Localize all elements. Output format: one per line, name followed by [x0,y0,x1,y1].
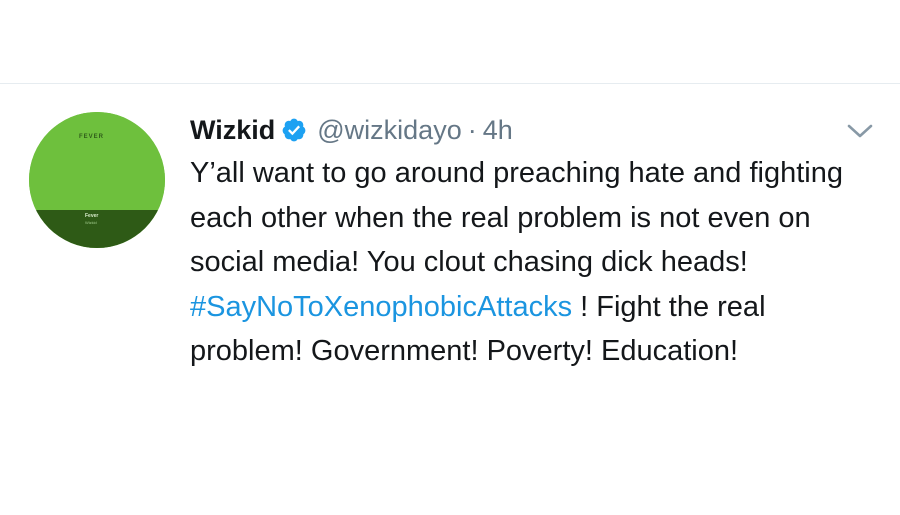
tweet[interactable]: Wizkid @wizkidayo · 4h Y’all want to go … [190,111,850,374]
chevron-down-icon[interactable] [845,120,875,142]
verified-badge-icon [282,118,306,142]
author-handle[interactable]: @wizkidayo [317,111,461,149]
tweet-header: Wizkid @wizkidayo · 4h [190,111,850,149]
top-divider [0,83,900,84]
album-cover-subtitle: Wizkid [85,220,97,225]
album-cover-title: Fever [85,213,99,219]
author-name[interactable]: Wizkid [190,111,275,149]
album-art-text: FEVER [79,134,105,140]
header-separator: · [467,115,477,145]
album-art-top [29,112,165,210]
tweet-text-part1: Y’all want to go around preaching hate a… [190,157,843,278]
hashtag-link[interactable]: #SayNoToXenophobicAttacks [190,291,572,323]
tweet-timestamp[interactable]: 4h [483,111,513,149]
tweet-text: Y’all want to go around preaching hate a… [190,151,860,374]
avatar[interactable]: FEVER Fever Wizkid [29,112,165,248]
